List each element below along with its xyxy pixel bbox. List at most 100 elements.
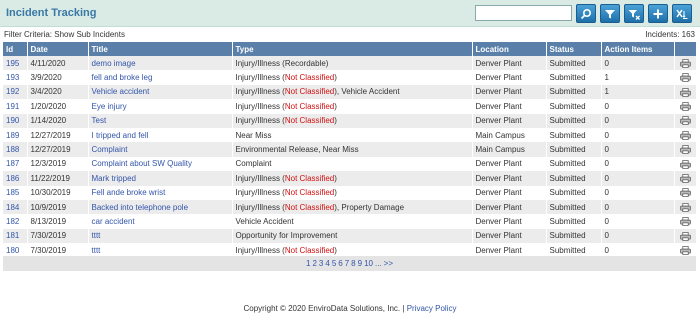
table-row[interactable]: 190 1/14/2020 Test Injury/Illness (Not Clas…: [3, 113, 697, 128]
incident-title-link[interactable]: Fell ande broke wrist: [88, 185, 233, 200]
incident-location: Denver Plant: [472, 113, 547, 128]
page-link[interactable]: 9: [358, 259, 362, 268]
clear-filter-button[interactable]: [624, 4, 644, 23]
incident-title-link[interactable]: Backed into telephone pole: [88, 199, 233, 215]
page-link[interactable]: 2: [312, 259, 316, 268]
page-link[interactable]: 10: [364, 259, 373, 268]
page-link[interactable]: 6: [338, 259, 342, 268]
print-button[interactable]: [674, 84, 697, 100]
column-header-type[interactable]: Type: [232, 42, 473, 56]
incident-title-link[interactable]: demo image: [88, 56, 233, 71]
not-classified-label: Not Classified: [284, 202, 335, 212]
print-button[interactable]: [674, 113, 697, 128]
incident-date: 12/3/2019: [27, 156, 89, 172]
incident-action-items: 0: [601, 171, 675, 186]
page-link[interactable]: 1: [306, 259, 310, 268]
incident-id-link[interactable]: 181: [3, 228, 28, 244]
incident-title-link[interactable]: Eye injury: [88, 99, 233, 114]
print-button[interactable]: [674, 99, 697, 114]
incident-id-link[interactable]: 186: [3, 171, 28, 186]
column-header-action-items[interactable]: Action Items: [601, 42, 675, 56]
incident-title-link[interactable]: car accident: [88, 214, 233, 229]
export-excel-button[interactable]: [672, 4, 692, 23]
column-header-id[interactable]: Id: [3, 42, 28, 56]
print-button[interactable]: [674, 171, 697, 186]
table-row[interactable]: 188 12/27/2019 Complaint Environmental Rele…: [3, 142, 697, 157]
clear-filter-icon: [628, 9, 640, 20]
next-page-link[interactable]: >>: [384, 259, 393, 268]
more-pages-link[interactable]: ...: [375, 259, 382, 268]
incident-title-link[interactable]: Vehicle accident: [88, 84, 233, 100]
incident-type: Vehicle Accident: [232, 214, 473, 229]
copyright-text: Copyright © 2020 EnviroData Solutions, I…: [243, 304, 405, 313]
table-row[interactable]: 192 3/4/2020 Vehicle accident Injury/Illnes…: [3, 84, 697, 100]
type-text: Injury/Illness (: [235, 116, 285, 126]
page-link[interactable]: 8: [351, 259, 355, 268]
printer-icon: [679, 73, 691, 83]
page-link[interactable]: 4: [325, 259, 329, 268]
printer-icon: [679, 130, 691, 140]
table-row[interactable]: 195 4/11/2020 demo image Injury/Illness (Re…: [3, 56, 697, 71]
table-row[interactable]: 186 11/22/2019 Mark tripped Injury/Illness …: [3, 171, 697, 186]
page-link[interactable]: 3: [319, 259, 323, 268]
column-header-status[interactable]: Status: [546, 42, 602, 56]
table-row[interactable]: 191 1/20/2020 Eye injury Injury/Illness (No…: [3, 99, 697, 114]
print-button[interactable]: [674, 199, 697, 215]
incident-title-link[interactable]: Mark tripped: [88, 171, 233, 186]
printer-icon: [679, 188, 691, 198]
search-input[interactable]: [475, 5, 572, 21]
incident-action-items: 0: [601, 113, 675, 128]
incident-id-link[interactable]: 187: [3, 156, 28, 172]
column-header-print[interactable]: [674, 42, 697, 56]
incident-title-link[interactable]: Test: [88, 113, 233, 128]
incident-id-link[interactable]: 185: [3, 185, 28, 200]
print-button[interactable]: [674, 228, 697, 244]
filter-icon: [605, 9, 615, 18]
incident-id-link[interactable]: 188: [3, 142, 28, 157]
print-button[interactable]: [674, 185, 697, 200]
incident-id-link[interactable]: 184: [3, 199, 28, 215]
print-button[interactable]: [674, 156, 697, 172]
print-button[interactable]: [674, 142, 697, 157]
incident-title-link[interactable]: tttt: [88, 228, 233, 244]
print-button[interactable]: [674, 70, 697, 85]
table-row[interactable]: 184 10/9/2019 Backed into telephone pole In…: [3, 199, 697, 215]
column-header-location[interactable]: Location: [472, 42, 547, 56]
incident-type: Injury/Illness (Not Classified): [232, 185, 473, 200]
incident-id-link[interactable]: 182: [3, 214, 28, 229]
filter-button[interactable]: [600, 4, 620, 23]
incident-date: 1/20/2020: [27, 99, 89, 114]
incident-id-link[interactable]: 192: [3, 84, 28, 100]
incident-title-link[interactable]: Complaint: [88, 142, 233, 157]
table-row[interactable]: 182 8/13/2019 car accident Vehicle Accident…: [3, 214, 697, 229]
table-row[interactable]: 187 12/3/2019 Complaint about SW Quality Co…: [3, 156, 697, 172]
table-row[interactable]: 181 7/30/2019 tttt Opportunity for Improvem…: [3, 228, 697, 244]
incident-action-items: 1: [601, 70, 675, 85]
incident-id-link[interactable]: 189: [3, 127, 28, 143]
incident-title-link[interactable]: fell and broke leg: [88, 70, 233, 85]
column-header-title[interactable]: Title: [88, 42, 233, 56]
table-row[interactable]: 185 10/30/2019 Fell ande broke wrist Injury…: [3, 185, 697, 200]
incident-id-link[interactable]: 193: [3, 70, 28, 85]
incident-title-link[interactable]: I tripped and fell: [88, 127, 233, 143]
page-link[interactable]: 7: [345, 259, 349, 268]
search-button[interactable]: [576, 4, 596, 23]
table-row[interactable]: 193 3/9/2020 fell and broke leg Injury/Illn…: [3, 70, 697, 85]
incident-id-link[interactable]: 195: [3, 56, 28, 71]
incident-title-link[interactable]: Complaint about SW Quality: [88, 156, 233, 172]
privacy-policy-link[interactable]: Privacy Policy: [407, 304, 457, 313]
add-incident-button[interactable]: [648, 4, 668, 23]
printer-icon: [679, 159, 691, 169]
type-text: Injury/Illness (: [235, 173, 285, 183]
not-classified-label: Not Classified: [284, 116, 335, 126]
print-button[interactable]: [674, 127, 697, 143]
incident-id-link[interactable]: 191: [3, 99, 28, 114]
incident-count: Incidents: 163: [645, 30, 695, 39]
page-link[interactable]: 5: [332, 259, 336, 268]
table-row[interactable]: 189 12/27/2019 I tripped and fell Near Miss…: [3, 127, 697, 143]
incident-date: 4/11/2020: [27, 56, 89, 71]
incident-id-link[interactable]: 190: [3, 113, 28, 128]
print-button[interactable]: [674, 214, 697, 229]
column-header-date[interactable]: Date: [27, 42, 89, 56]
print-button[interactable]: [674, 56, 697, 71]
